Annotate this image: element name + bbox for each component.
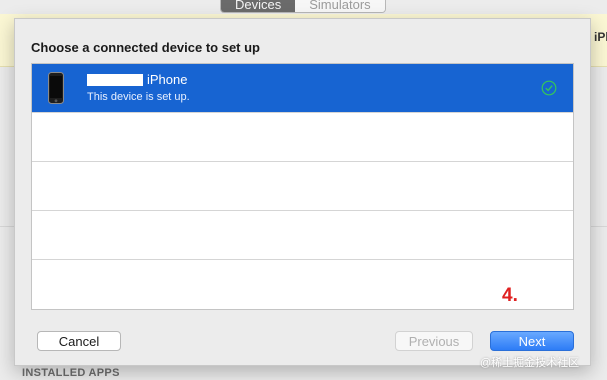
checkmark-circle-icon	[541, 80, 557, 96]
step-annotation: 4.	[502, 285, 518, 306]
iphone-icon	[48, 72, 64, 104]
cancel-button[interactable]: Cancel	[37, 331, 121, 351]
device-list[interactable]: iPhone This device is set up.	[31, 63, 574, 310]
banner-truncated-text: iPh	[594, 30, 607, 44]
device-status-label: This device is set up.	[87, 91, 190, 103]
tab-simulators[interactable]: Simulators	[295, 0, 385, 12]
redacted-device-owner	[87, 73, 143, 86]
sheet-title: Choose a connected device to set up	[31, 40, 260, 55]
devices-simulators-segmented-control[interactable]: Devices Simulators	[220, 0, 386, 13]
watermark: @稀土掘金技术社区	[480, 357, 580, 369]
empty-device-row	[32, 211, 573, 260]
device-name: iPhone	[87, 72, 187, 87]
xcode-devices-window: iPh Devices Simulators INSTALLED APPS Ch…	[0, 0, 607, 380]
empty-device-row	[32, 260, 573, 309]
previous-button[interactable]: Previous	[395, 331, 473, 351]
device-row-iphone[interactable]: iPhone This device is set up.	[32, 64, 573, 113]
empty-device-row	[32, 162, 573, 211]
installed-apps-heading: INSTALLED APPS	[22, 367, 120, 379]
tab-devices[interactable]: Devices	[221, 0, 296, 12]
empty-device-row	[32, 113, 573, 162]
next-button[interactable]: Next	[490, 331, 574, 351]
device-setup-sheet: Choose a connected device to set up iPho…	[14, 18, 591, 366]
device-name-label: iPhone	[147, 72, 188, 87]
